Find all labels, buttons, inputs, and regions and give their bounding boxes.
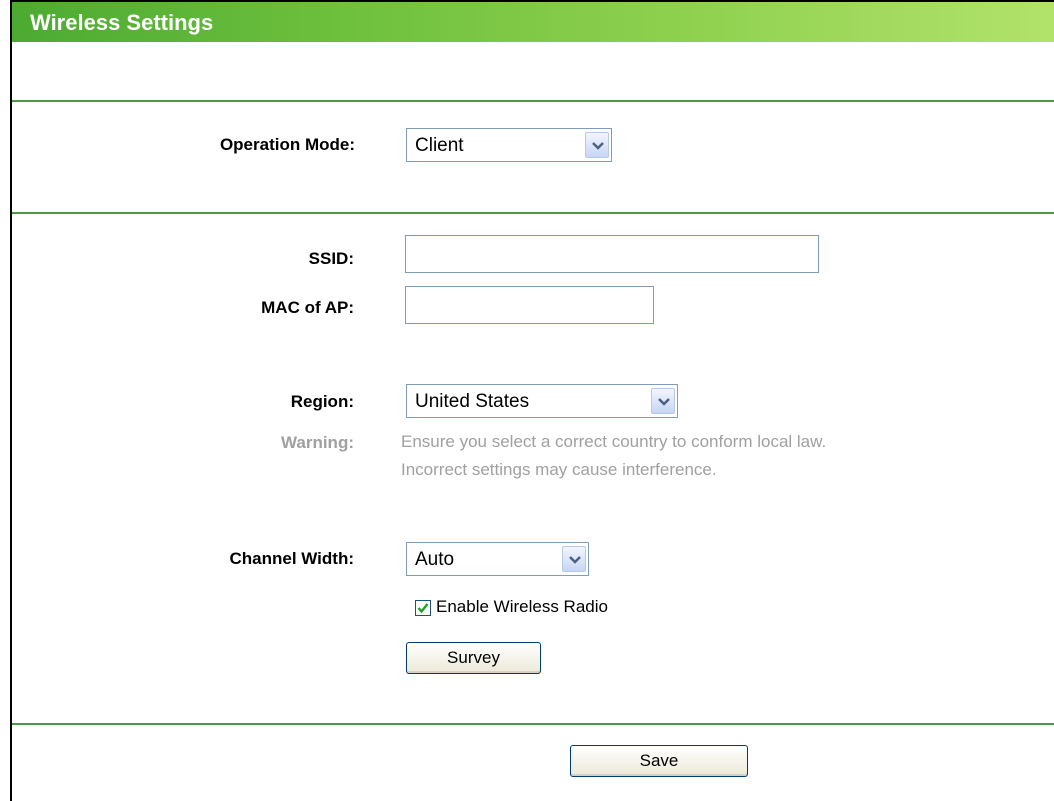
chevron-down-icon[interactable]	[651, 388, 675, 414]
chevron-down-icon[interactable]	[585, 132, 609, 158]
warning-label: Warning:	[280, 433, 354, 452]
region-select[interactable]: United States	[406, 384, 678, 418]
operation-mode-label: Operation Mode:	[219, 135, 355, 154]
wireless-settings-panel: Wireless Settings Operation Mode: Client…	[10, 0, 1054, 801]
ssid-label: SSID:	[308, 249, 354, 268]
warning-line: Ensure you select a correct country to c…	[401, 432, 827, 451]
warning-line: Incorrect settings may cause interferenc…	[401, 460, 717, 479]
page-title: Wireless Settings	[30, 10, 214, 35]
channel-width-select[interactable]: Auto	[406, 542, 589, 576]
mac-of-ap-input[interactable]	[405, 286, 654, 324]
ssid-input[interactable]	[405, 235, 819, 273]
operation-mode-select[interactable]: Client	[406, 128, 612, 162]
divider	[12, 212, 1054, 214]
region-label: Region:	[290, 392, 354, 411]
region-value: United States	[415, 391, 530, 412]
title-bar: Wireless Settings	[12, 2, 1054, 42]
checkmark-icon	[417, 603, 429, 614]
enable-wireless-radio-checkbox[interactable]	[415, 600, 431, 616]
channel-width-label: Channel Width:	[229, 549, 355, 568]
save-button[interactable]: Save	[570, 745, 748, 777]
divider	[12, 100, 1054, 102]
mac-of-ap-label: MAC of AP:	[261, 298, 354, 317]
operation-mode-value: Client	[415, 135, 464, 156]
enable-wireless-radio-label[interactable]: Enable Wireless Radio	[436, 597, 608, 617]
channel-width-value: Auto	[415, 549, 455, 570]
warning-text: Ensure you select a correct country to c…	[401, 428, 826, 484]
survey-button[interactable]: Survey	[406, 642, 541, 674]
chevron-down-icon[interactable]	[562, 546, 586, 572]
divider	[12, 723, 1054, 725]
